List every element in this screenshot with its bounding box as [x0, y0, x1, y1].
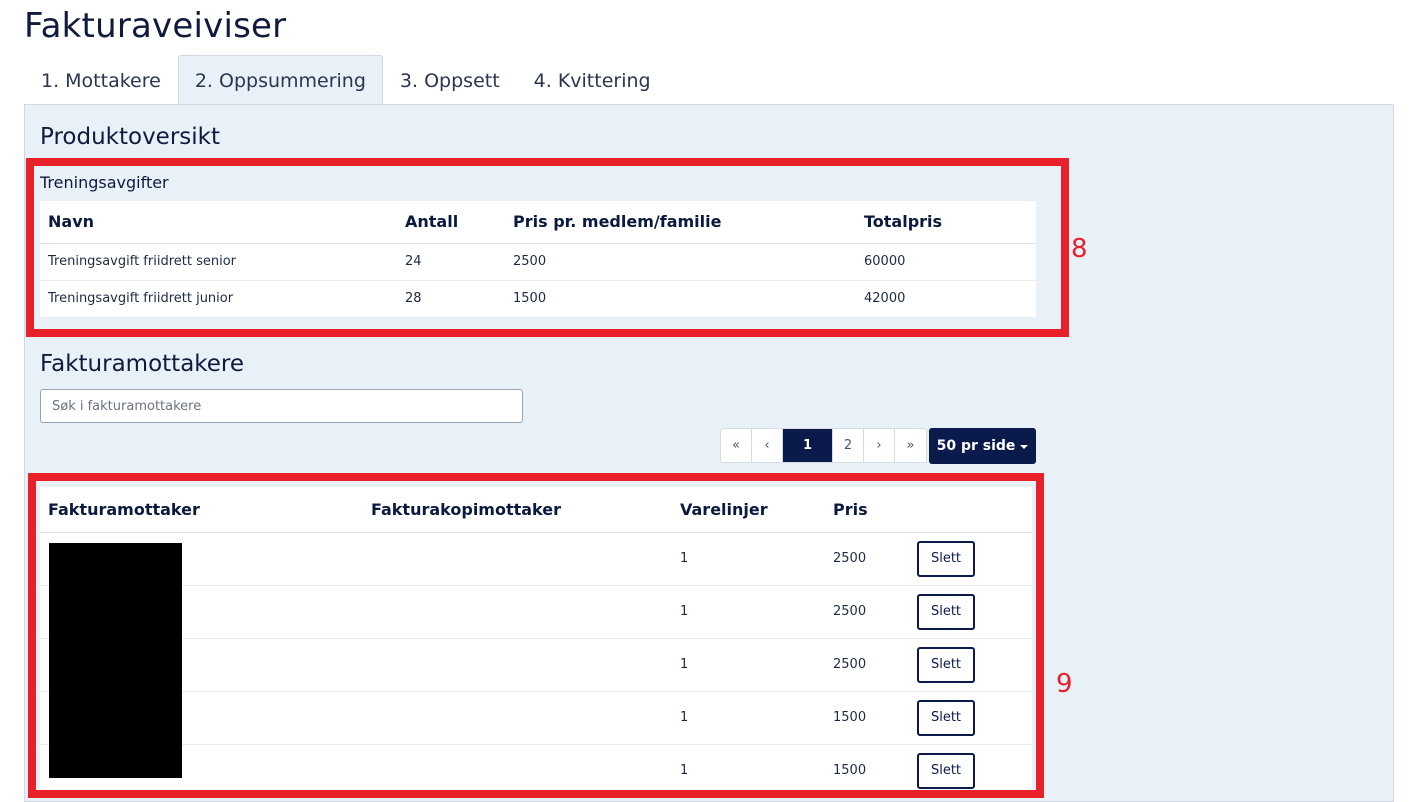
annotation-label-9: 9 [1056, 669, 1073, 699]
search-input[interactable] [40, 389, 523, 423]
page-title: Fakturaveiviser [24, 6, 287, 46]
per-page-dropdown[interactable]: 50 pr side [929, 428, 1036, 464]
caret-down-icon [1020, 445, 1029, 449]
recipients-title: Fakturamottakere [40, 351, 245, 377]
tab-kvittering[interactable]: 4. Kvittering [517, 55, 668, 105]
last-page-button[interactable]: » [895, 429, 926, 462]
prev-page-button[interactable]: ‹ [752, 429, 783, 462]
tab-mottakere[interactable]: 1. Mottakere [24, 55, 178, 105]
wizard-tabs: 1. Mottakere 2. Oppsummering 3. Oppsett … [24, 55, 668, 105]
product-overview-title: Produktoversikt [40, 124, 221, 150]
pagination: « ‹ 1 2 › » [720, 428, 927, 463]
tab-oppsett[interactable]: 3. Oppsett [383, 55, 517, 105]
annotation-label-8: 8 [1071, 234, 1088, 264]
annotation-box-9 [28, 473, 1044, 798]
per-page-label: 50 pr side [936, 438, 1016, 454]
next-page-button[interactable]: › [864, 429, 895, 462]
annotation-box-8 [26, 158, 1069, 337]
tab-oppsummering[interactable]: 2. Oppsummering [177, 55, 383, 105]
first-page-button[interactable]: « [721, 429, 752, 462]
page-1-button[interactable]: 1 [783, 429, 833, 462]
page-2-button[interactable]: 2 [833, 429, 864, 462]
